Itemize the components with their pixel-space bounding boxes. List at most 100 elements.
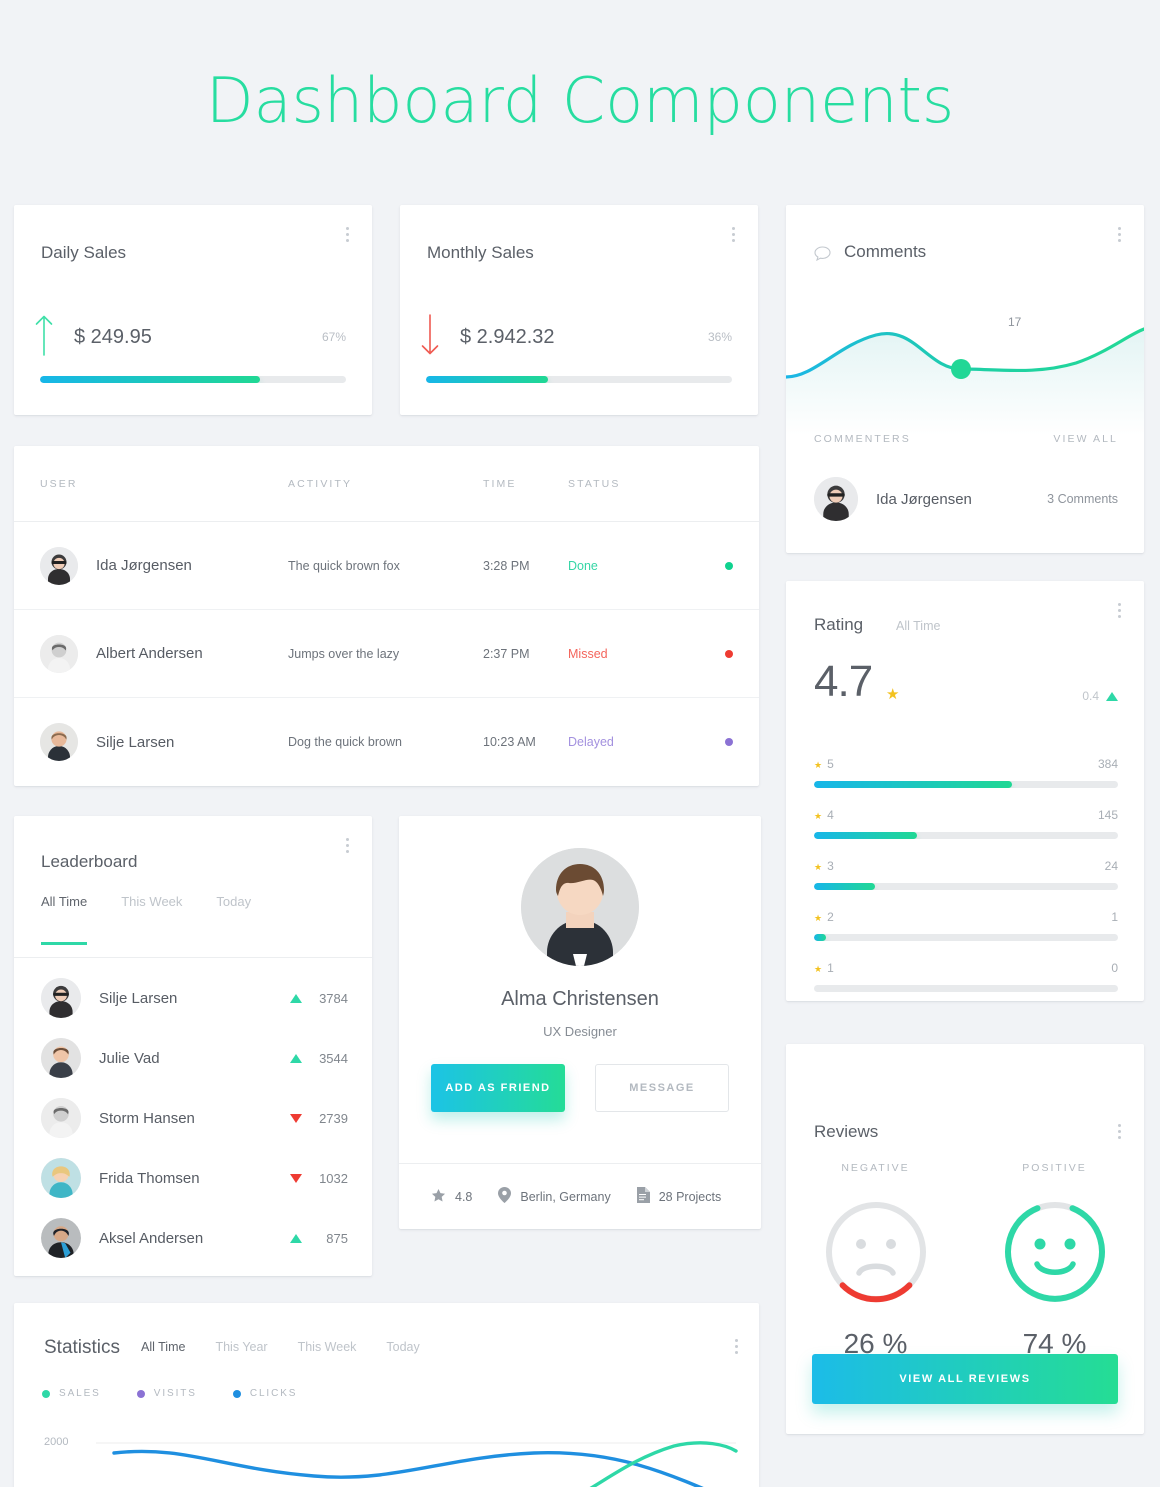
rating-bar-fill xyxy=(814,934,827,941)
daily-sales-amount: $ 249.95 xyxy=(74,325,152,348)
profile-stat-rating: 4.8 xyxy=(431,1188,472,1206)
profile-card: Alma Christensen UX Designer ADD AS FRIE… xyxy=(399,816,761,1229)
rating-delta: 0.4 xyxy=(1082,689,1118,703)
rating-period[interactable]: All Time xyxy=(896,619,940,633)
avatar xyxy=(41,1038,81,1078)
view-all-reviews-button[interactable]: VIEW ALL REVIEWS xyxy=(812,1354,1118,1404)
kebab-menu-icon[interactable] xyxy=(735,1339,739,1354)
profile-stat-location: Berlin, Germany xyxy=(498,1187,611,1206)
rating-count: 0 xyxy=(1111,961,1118,975)
statistics-y-tick: 2000 xyxy=(44,1436,69,1448)
avatar xyxy=(814,477,858,521)
tab-this-year[interactable]: This Year xyxy=(215,1340,267,1354)
commenter-name: Ida Jørgensen xyxy=(876,490,972,508)
rating-stars-label: 5 xyxy=(827,757,834,771)
rating-breakdown-row: ★ 2 1 xyxy=(814,910,1118,941)
legend-dot-sales xyxy=(42,1389,50,1398)
comments-sparkline-chart xyxy=(786,327,1144,435)
monthly-sales-amount: $ 2.942.32 xyxy=(460,325,555,348)
triangle-up-icon xyxy=(1106,692,1118,701)
add-as-friend-button[interactable]: ADD AS FRIEND xyxy=(431,1064,565,1112)
leaderboard-value: 875 xyxy=(326,1230,348,1246)
legend-dot-clicks xyxy=(232,1389,241,1398)
page-title: Dashboard Components xyxy=(205,64,955,137)
commenter-count: 3 Comments xyxy=(1047,492,1118,506)
list-item[interactable]: Silje Larsen 3784 xyxy=(41,978,348,1018)
rating-bar-fill xyxy=(814,883,875,890)
commenter-row[interactable]: Ida Jørgensen 3 Comments xyxy=(814,477,1118,521)
monthly-sales-percent: 36% xyxy=(707,330,732,344)
activity-table-card: USER ACTIVITY TIME STATUS Ida Jørgensen … xyxy=(14,446,759,786)
star-icon: ★ xyxy=(814,760,823,770)
column-header-activity: ACTIVITY xyxy=(288,477,353,490)
kebab-menu-icon[interactable] xyxy=(1118,603,1122,618)
daily-sales-card: Daily Sales $ 249.95 67% xyxy=(14,205,372,415)
tab-this-week[interactable]: This Week xyxy=(298,1340,357,1354)
monthly-sales-progress-fill xyxy=(426,376,549,383)
rating-bar-track xyxy=(814,832,1118,839)
table-row[interactable]: Albert Andersen Jumps over the lazy 2:37… xyxy=(14,610,759,698)
leaderboard-value: 3544 xyxy=(319,1050,348,1066)
legend-dot-visits xyxy=(136,1389,145,1398)
tab-all-time[interactable]: All Time xyxy=(141,1340,185,1354)
kebab-menu-icon[interactable] xyxy=(1118,1124,1122,1139)
statistics-title: Statistics xyxy=(44,1337,121,1358)
monthly-sales-figure-row: $ 2.942.32 36% xyxy=(400,313,758,357)
profile-footer-stats: 4.8 Berlin, Germany 28 Projects xyxy=(399,1163,761,1229)
kebab-menu-icon[interactable] xyxy=(346,838,350,853)
statistics-line-chart xyxy=(96,1441,738,1487)
column-header-status: STATUS xyxy=(568,477,621,490)
statistics-tabs: All Time This Year This Week Today xyxy=(141,1340,420,1354)
triangle-up-icon xyxy=(290,993,302,1003)
daily-sales-figure-row: $ 249.95 67% xyxy=(14,315,372,357)
list-item[interactable]: Aksel Andersen 875 xyxy=(41,1218,348,1258)
triangle-up-icon xyxy=(290,1053,302,1063)
tab-all-time[interactable]: All Time xyxy=(41,894,88,945)
rating-breakdown-row: ★ 1 0 xyxy=(814,961,1118,992)
avatar xyxy=(41,978,81,1018)
daily-sales-progress-track xyxy=(40,376,346,383)
tab-today[interactable]: Today xyxy=(216,894,251,945)
comment-bubble-icon xyxy=(814,246,831,266)
comments-card: Comments 17 COMMENTERS VIEW ALL Ida Jørg… xyxy=(786,205,1144,553)
star-icon: ★ xyxy=(814,862,823,872)
tab-this-week[interactable]: This Week xyxy=(121,894,182,945)
monthly-sales-title: Monthly Sales xyxy=(427,243,534,262)
statistics-legend: SALES VISITS CLICKS xyxy=(42,1388,297,1399)
kebab-menu-icon[interactable] xyxy=(1118,227,1122,242)
list-item[interactable]: Storm Hansen 2739 xyxy=(41,1098,348,1138)
column-header-time: TIME xyxy=(483,477,517,490)
leaderboard-name: Frida Thomsen xyxy=(99,1169,200,1187)
profile-stat-value: 28 Projects xyxy=(658,1189,722,1204)
profile-actions: ADD AS FRIEND MESSAGE xyxy=(431,1064,729,1112)
rating-bar-track xyxy=(814,985,1118,992)
arrow-down-icon xyxy=(400,313,460,362)
rating-score: 4.7 xyxy=(814,657,873,706)
rating-stars-label: 1 xyxy=(827,961,834,975)
table-row[interactable]: Ida Jørgensen The quick brown fox 3:28 P… xyxy=(14,522,759,610)
message-button[interactable]: MESSAGE xyxy=(595,1064,729,1112)
avatar xyxy=(40,723,78,761)
leaderboard-tabs: All Time This Week Today xyxy=(41,894,251,945)
daily-sales-progress-fill xyxy=(40,376,261,383)
avatar xyxy=(41,1158,81,1198)
star-icon: ★ xyxy=(814,964,823,974)
rating-stars-label: 4 xyxy=(827,808,834,822)
avatar xyxy=(41,1098,81,1138)
triangle-up-icon xyxy=(290,1233,302,1243)
tab-today[interactable]: Today xyxy=(386,1340,419,1354)
reviews-columns: NEGATIVE 26 % 57 Reviews POSITIVE xyxy=(786,1162,1144,1378)
rating-title: Rating xyxy=(814,615,864,634)
statistics-card: Statistics All Time This Year This Week … xyxy=(14,1303,759,1487)
comments-peak-value: 17 xyxy=(1008,315,1022,329)
view-all-link[interactable]: VIEW ALL xyxy=(1053,433,1118,445)
rating-delta-value: 0.4 xyxy=(1082,689,1099,703)
list-item[interactable]: Frida Thomsen 1032 xyxy=(41,1158,348,1198)
profile-name: Alma Christensen xyxy=(501,988,659,1010)
kebab-menu-icon[interactable] xyxy=(346,227,350,242)
list-item[interactable]: Julie Vad 3544 xyxy=(41,1038,348,1078)
table-row[interactable]: Silje Larsen Dog the quick brown 10:23 A… xyxy=(14,698,759,786)
kebab-menu-icon[interactable] xyxy=(732,227,736,242)
monthly-sales-progress-track xyxy=(426,376,732,383)
star-icon: ★ xyxy=(814,913,823,923)
